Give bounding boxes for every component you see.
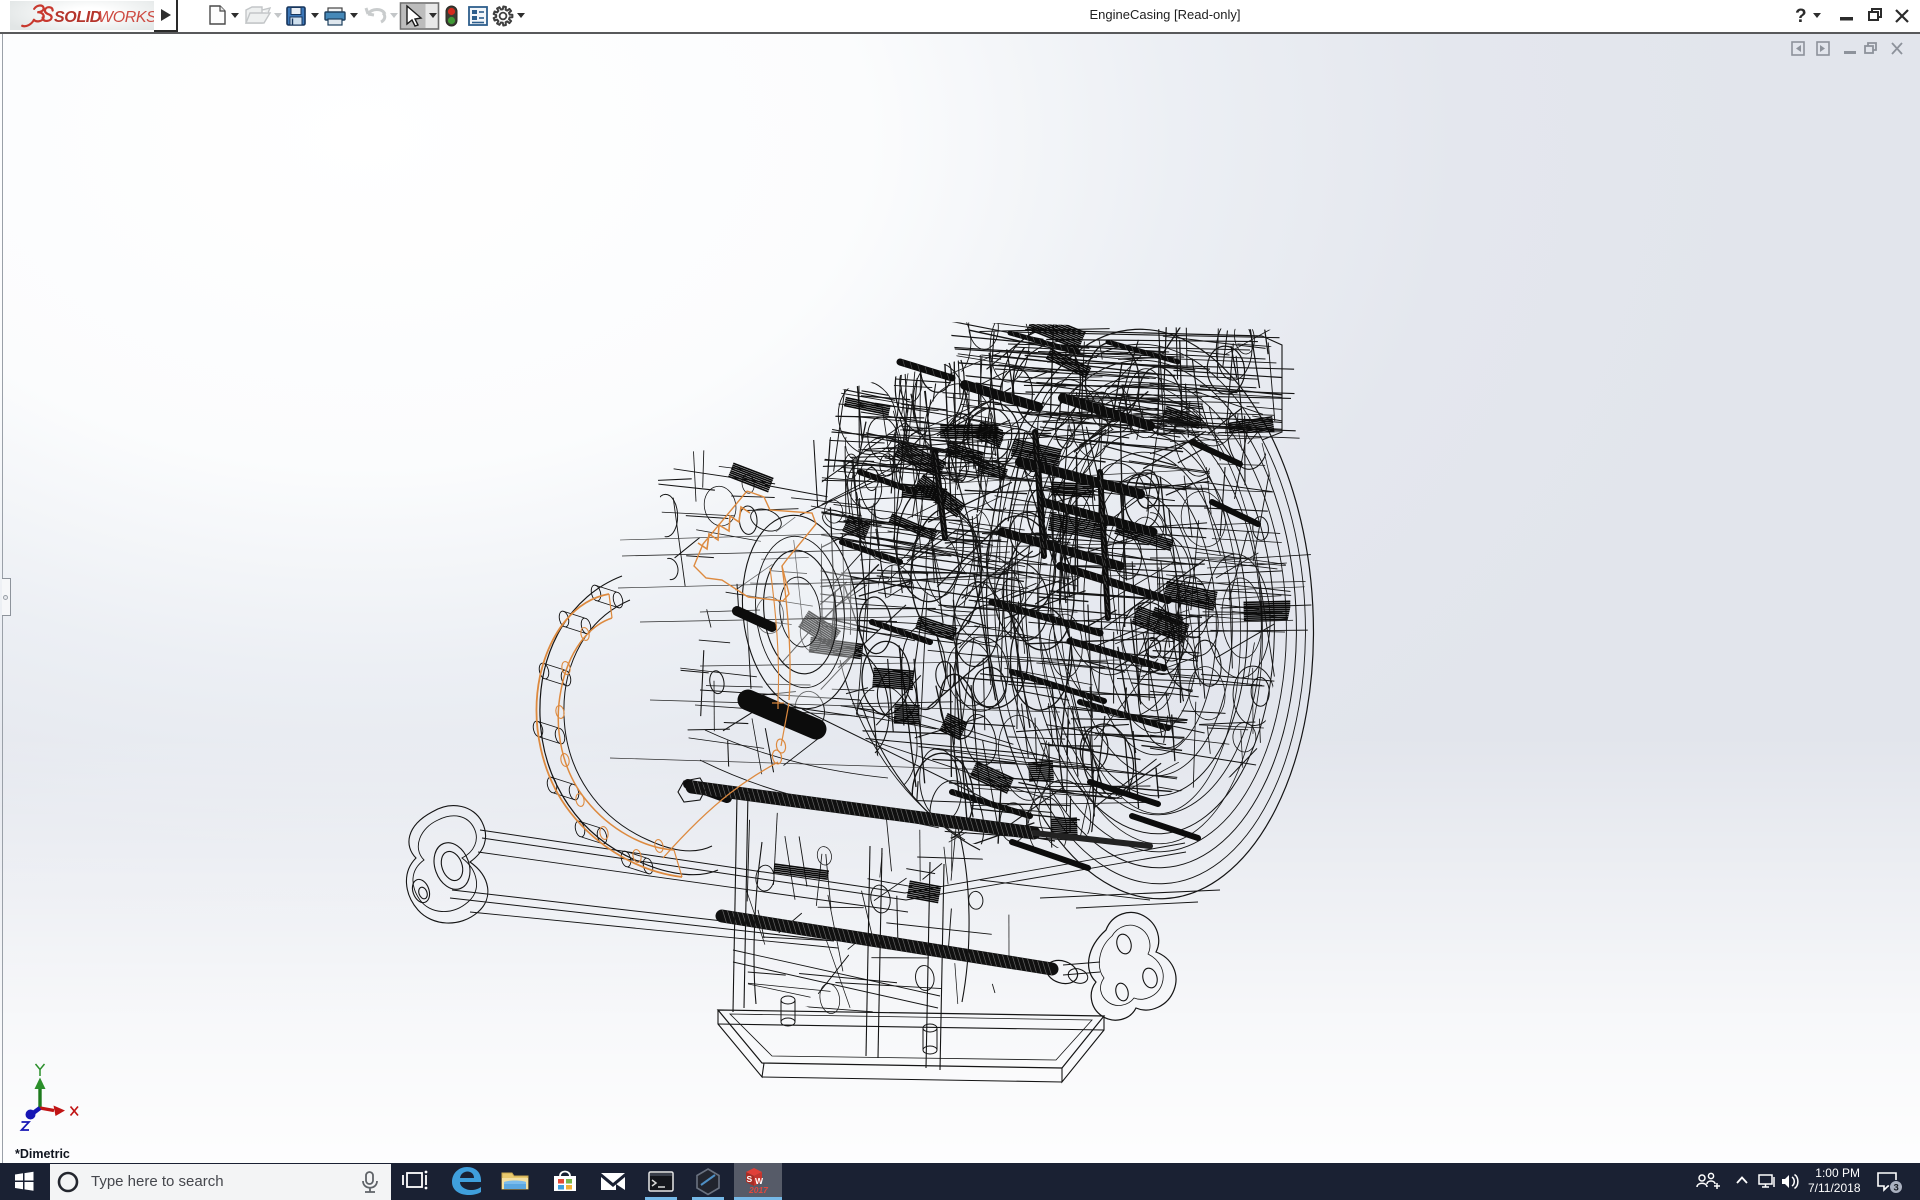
svg-text:3: 3	[1894, 1183, 1899, 1194]
svg-text:?: ?	[1795, 6, 1807, 27]
svg-text:2017: 2017	[748, 1185, 769, 1195]
svg-text:S: S	[747, 1174, 753, 1184]
